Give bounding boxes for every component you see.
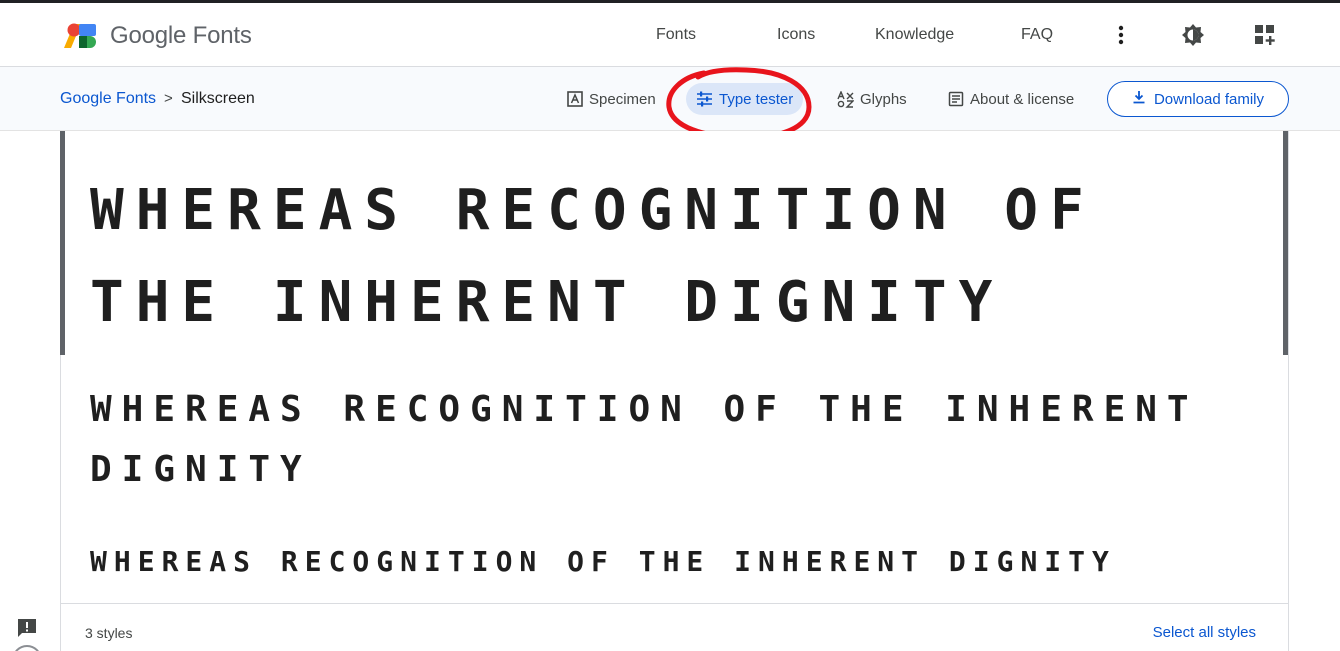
preview-text-small[interactable]: Whereas recognition of the inherent dign… (90, 540, 1270, 584)
glyphs-icon (837, 90, 854, 108)
brand-title[interactable]: Google Fonts (110, 22, 252, 50)
preview-text-large[interactable]: Whereas recognition of the inherent dign… (90, 165, 1270, 349)
google-fonts-logo[interactable] (64, 22, 97, 49)
download-family-button[interactable]: Download family (1107, 81, 1289, 117)
preview-right-border (1283, 131, 1288, 355)
download-icon (1132, 90, 1146, 108)
tab-specimen-label: Specimen (589, 90, 656, 108)
nav-icons[interactable]: Icons (777, 26, 815, 44)
download-family-label: Download family (1153, 90, 1265, 108)
styles-count: 3 styles (85, 625, 133, 641)
select-all-styles-link[interactable]: Select all styles (1153, 624, 1256, 641)
annotation-circle (666, 67, 812, 141)
nav-faq[interactable]: FAQ (1021, 26, 1053, 44)
apps-grid-icon[interactable] (1252, 22, 1278, 48)
breadcrumb-separator: > (164, 90, 173, 107)
preview-text-medium[interactable]: Whereas recognition of the inherent dign… (90, 380, 1270, 500)
nav-fonts[interactable]: Fonts (656, 26, 696, 44)
nav-knowledge[interactable]: Knowledge (875, 26, 954, 44)
theme-toggle-icon[interactable] (1180, 22, 1206, 48)
tab-about-license[interactable]: About & license (937, 83, 1084, 115)
feedback-icon[interactable] (16, 617, 38, 639)
top-nav: Google Fonts Fonts Icons Knowledge FAQ (0, 3, 1340, 67)
article-icon (947, 91, 964, 108)
breadcrumb-root-link[interactable]: Google Fonts (60, 90, 156, 108)
breadcrumb-current: Silkscreen (181, 90, 255, 107)
more-vert-icon[interactable] (1108, 22, 1134, 48)
preview-left-border (60, 131, 65, 355)
styles-bar: 3 styles Select all styles (61, 603, 1288, 651)
tab-about-license-label: About & license (970, 90, 1075, 108)
help-button[interactable] (12, 645, 42, 651)
tab-glyphs-label: Glyphs (860, 90, 907, 108)
specimen-icon (566, 91, 583, 108)
tab-specimen[interactable]: Specimen (556, 83, 666, 115)
tab-glyphs[interactable]: Glyphs (827, 83, 917, 115)
